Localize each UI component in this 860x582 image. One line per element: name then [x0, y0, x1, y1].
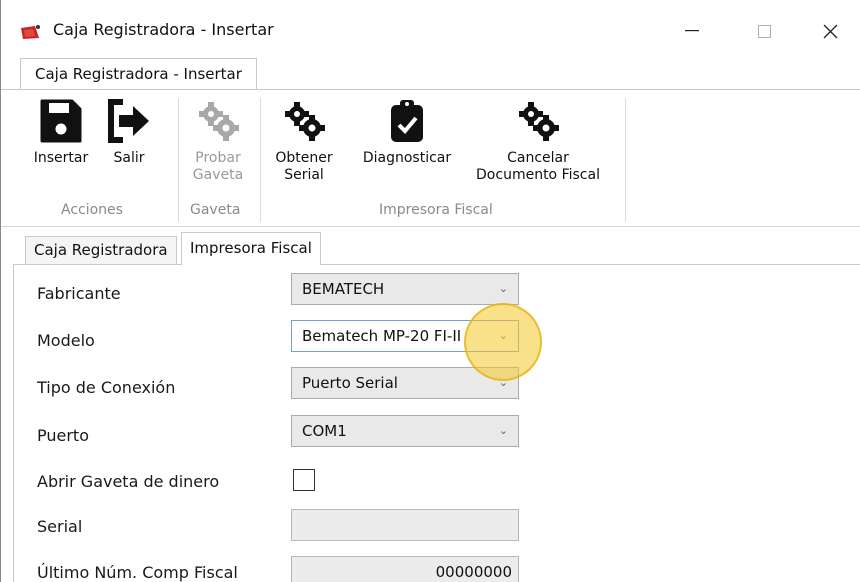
- maximize-icon: [757, 24, 771, 38]
- cancelar-label-2: Documento Fiscal: [476, 167, 600, 183]
- tipo-conexion-label: Tipo de Conexión: [37, 378, 176, 397]
- serial-field[interactable]: [291, 509, 519, 541]
- title-bar: Caja Registradora - Insertar: [1, 0, 860, 58]
- gears-icon: [285, 102, 325, 141]
- exit-icon: [108, 99, 149, 143]
- chevron-down-icon: ⌄: [498, 329, 508, 342]
- ribbon: Insertar Salir Probar Gaveta Obtener Ser…: [1, 89, 860, 227]
- fabricante-label: Fabricante: [37, 284, 121, 303]
- save-icon: [40, 99, 82, 143]
- form-tab-strip: Caja Registradora Impresora Fiscal: [1, 232, 860, 265]
- obtener-serial-label-1: Obtener: [275, 150, 333, 166]
- minimize-button[interactable]: [669, 14, 715, 48]
- abrir-gaveta-label: Abrir Gaveta de dinero: [37, 472, 220, 491]
- clipboard-check-icon: [391, 100, 423, 142]
- ribbon-tab-strip: Caja Registradora - Insertar: [1, 58, 860, 90]
- fabricante-value: BEMATECH: [302, 280, 385, 298]
- app-window: Caja Registradora - Insertar Caja Regist…: [0, 0, 860, 582]
- group-separator: [178, 98, 179, 222]
- window-title: Caja Registradora - Insertar: [53, 20, 274, 39]
- group-separator: [625, 98, 626, 222]
- serial-label: Serial: [37, 517, 83, 536]
- modelo-label: Modelo: [37, 331, 95, 350]
- insertar-button[interactable]: Insertar: [29, 98, 93, 167]
- obtener-serial-button[interactable]: Obtener Serial: [271, 98, 337, 184]
- modelo-select[interactable]: Bematech MP-20 FI-II ⌄: [291, 320, 519, 352]
- obtener-serial-label-2: Serial: [284, 167, 324, 183]
- minimize-icon: [685, 30, 699, 32]
- maximize-button[interactable]: [741, 14, 787, 48]
- puerto-label: Puerto: [37, 426, 89, 445]
- close-icon: [823, 24, 837, 38]
- ribbon-tab-main[interactable]: Caja Registradora - Insertar: [20, 58, 257, 90]
- tipo-conexion-value: Puerto Serial: [302, 374, 398, 392]
- diagnosticar-button[interactable]: Diagnosticar: [351, 98, 463, 167]
- diagnosticar-label: Diagnosticar: [362, 150, 452, 166]
- chevron-down-icon: ⌄: [498, 376, 508, 389]
- tab-impresora-fiscal[interactable]: Impresora Fiscal: [181, 232, 321, 265]
- puerto-select[interactable]: COM1 ⌄: [291, 415, 519, 447]
- probar-gaveta-button[interactable]: Probar Gaveta: [185, 98, 251, 184]
- ultimo-num-comp-fiscal-label: Último Núm. Comp Fiscal: [37, 563, 238, 582]
- group-label-gaveta: Gaveta: [190, 202, 241, 218]
- cancelar-documento-fiscal-button[interactable]: Cancelar Documento Fiscal: [463, 98, 613, 184]
- cancelar-label-1: Cancelar: [507, 150, 569, 166]
- group-label-impresora-fiscal: Impresora Fiscal: [379, 202, 493, 218]
- probar-gaveta-label-2: Gaveta: [192, 167, 244, 183]
- app-logo-icon: [21, 25, 40, 39]
- salir-button[interactable]: Salir: [101, 98, 157, 167]
- tab-caja-registradora[interactable]: Caja Registradora: [25, 236, 177, 264]
- group-separator: [260, 98, 261, 222]
- salir-label: Salir: [113, 150, 145, 166]
- ultimo-num-comp-fiscal-field[interactable]: 00000000: [291, 556, 519, 582]
- group-label-acciones: Acciones: [61, 202, 123, 218]
- abrir-gaveta-checkbox[interactable]: [293, 469, 315, 491]
- gears-icon: [199, 102, 239, 141]
- modelo-value: Bematech MP-20 FI-II: [302, 327, 462, 345]
- chevron-down-icon: ⌄: [498, 282, 508, 295]
- gears-icon: [519, 102, 559, 141]
- tipo-conexion-select[interactable]: Puerto Serial ⌄: [291, 367, 519, 399]
- probar-gaveta-label-1: Probar: [195, 150, 241, 166]
- puerto-value: COM1: [302, 422, 347, 440]
- close-button[interactable]: [807, 14, 853, 48]
- fabricante-select[interactable]: BEMATECH ⌄: [291, 273, 519, 305]
- insertar-label: Insertar: [33, 150, 89, 166]
- chevron-down-icon: ⌄: [498, 424, 508, 437]
